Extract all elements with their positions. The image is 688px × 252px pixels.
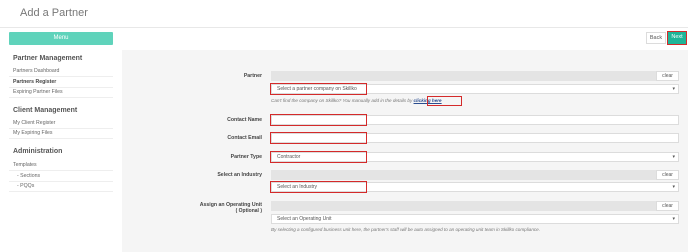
partner-label: Partner: [243, 73, 262, 79]
operating-unit-selection-bar: [271, 201, 656, 211]
partner-select[interactable]: Select a partner company on Skillko ▾: [271, 84, 679, 94]
sidebar-item-sections[interactable]: - Sections: [17, 173, 40, 179]
add-partner-form: Partner clear Select a partner company o…: [122, 50, 688, 252]
sidebar-item-my-client-register[interactable]: My Client Register: [13, 120, 55, 126]
chevron-down-icon: ▾: [672, 154, 675, 160]
divider: [9, 97, 113, 98]
industry-select-placeholder: Select an Industry: [277, 184, 318, 190]
partner-clear-button[interactable]: clear: [656, 71, 679, 81]
chevron-down-icon: ▾: [672, 216, 675, 222]
divider: [9, 191, 113, 192]
chevron-down-icon: ▾: [672, 184, 675, 190]
partner-select-placeholder: Select a partner company on Skillko: [277, 86, 357, 92]
sidebar-section-administration: Administration: [13, 148, 63, 155]
partner-type-value: Contractor: [277, 154, 301, 160]
next-button[interactable]: Next: [667, 31, 687, 45]
sidebar: Menu Partner Management Partners Dashboa…: [0, 28, 122, 252]
divider: [9, 138, 113, 139]
operating-unit-optional-label: ( Optional ): [235, 208, 262, 214]
main-content: Back Next Partner clear Select a partner…: [122, 28, 688, 252]
sidebar-item-pqqs[interactable]: - PQQs: [17, 183, 34, 189]
page-title: Add a Partner: [20, 7, 88, 19]
sidebar-item-my-expiring-files[interactable]: My Expiring Files: [13, 130, 53, 136]
industry-select[interactable]: Select an Industry ▾: [271, 182, 679, 192]
industry-selection-bar: [271, 170, 656, 180]
industry-label: Select an Industry: [217, 172, 262, 178]
menu-button[interactable]: Menu: [9, 32, 113, 45]
divider: [9, 128, 113, 129]
operating-unit-select-placeholder: Select an Operating Unit: [277, 216, 332, 222]
divider: [9, 181, 113, 182]
operating-unit-clear-button[interactable]: clear: [656, 201, 679, 211]
toolbar: Back Next: [122, 28, 688, 50]
back-button[interactable]: Back: [646, 32, 666, 44]
sidebar-section-partner-management: Partner Management: [13, 55, 83, 62]
partner-type-select[interactable]: Contractor ▾: [271, 152, 679, 162]
sidebar-item-templates[interactable]: Templates: [13, 162, 37, 168]
partner-type-label: Partner Type: [230, 154, 262, 160]
partner-hint-text: Can't find the company on Skillko? You m…: [271, 98, 414, 103]
partner-selection-bar: [271, 71, 656, 81]
sidebar-item-partners-dashboard[interactable]: Partners Dashboard: [13, 68, 59, 74]
partner-hint: Can't find the company on Skillko? You m…: [271, 98, 442, 103]
contact-email-field[interactable]: [271, 133, 679, 143]
sidebar-item-partners-register[interactable]: Partners Register: [13, 79, 56, 85]
contact-name-field[interactable]: [271, 115, 679, 125]
divider: [9, 170, 113, 171]
divider: [9, 87, 113, 88]
contact-name-label: Contact Name: [227, 117, 262, 123]
clicking-here-link[interactable]: clicking here: [414, 98, 442, 103]
operating-unit-hint: By selecting a configured business unit …: [271, 227, 540, 232]
industry-clear-button[interactable]: clear: [656, 170, 679, 180]
contact-email-label: Contact Email: [227, 135, 262, 141]
chevron-down-icon: ▾: [672, 86, 675, 92]
operating-unit-select[interactable]: Select an Operating Unit ▾: [271, 214, 679, 224]
divider: [9, 76, 113, 77]
sidebar-item-expiring-partner-files[interactable]: Expiring Partner Files: [13, 89, 63, 95]
top-bar: Add a Partner: [0, 0, 688, 28]
sidebar-section-client-management: Client Management: [13, 107, 78, 114]
